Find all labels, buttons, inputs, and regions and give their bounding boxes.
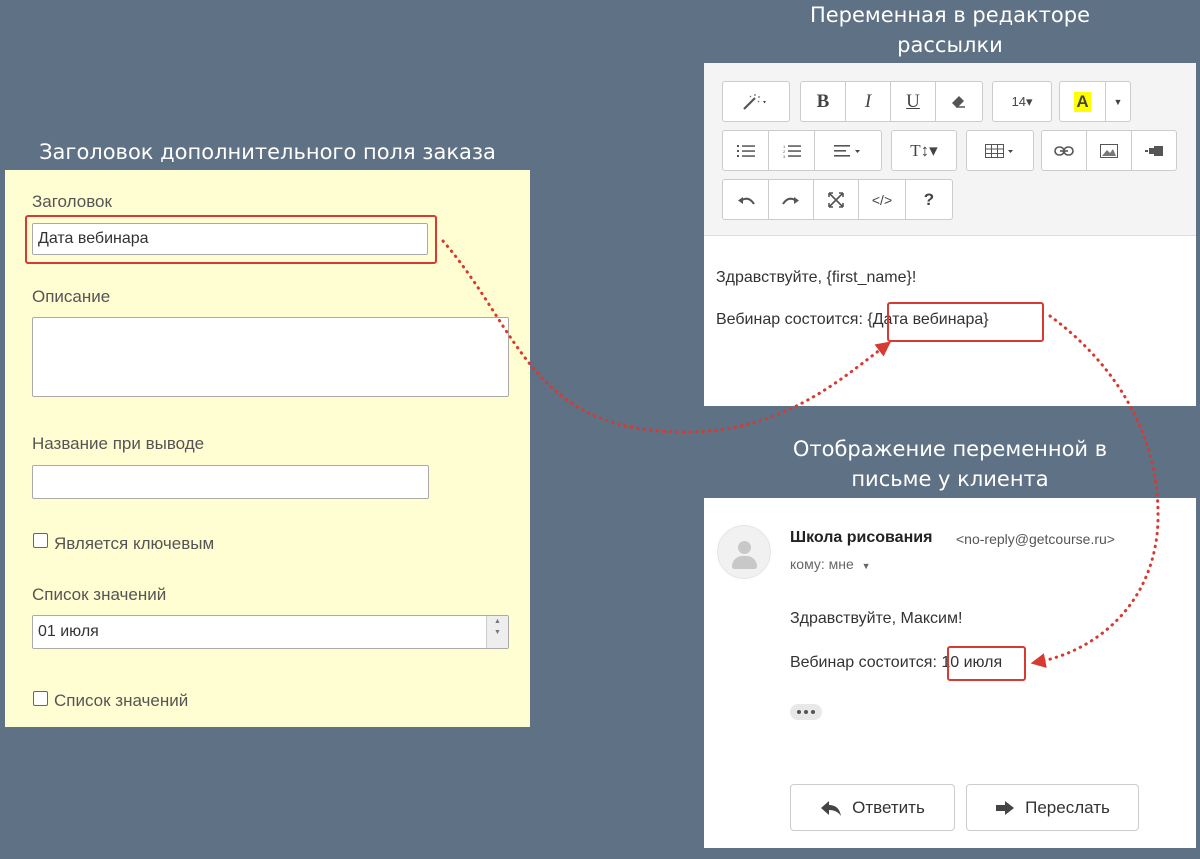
avatar (717, 525, 771, 579)
numbered-list-icon: 1 2 3 (783, 144, 801, 158)
avatar-body-icon (732, 556, 757, 569)
recipient-caret-icon[interactable]: ▼ (862, 561, 871, 571)
editor-caption-line2: рассылки (897, 33, 1003, 57)
svg-text:3: 3 (783, 154, 786, 158)
dot-icon (804, 710, 808, 714)
eraser-icon (952, 95, 965, 108)
reply-arrow-icon (821, 800, 842, 816)
font-size-dropdown[interactable]: 14▾ (993, 82, 1051, 121)
misc-group: </> ? (722, 179, 953, 220)
description-label: Описание (32, 287, 111, 306)
fullscreen-icon (828, 191, 844, 208)
font-size-group: 14▾ (992, 81, 1052, 122)
link-icon (1054, 145, 1074, 156)
values-list-label: Список значений (32, 585, 167, 604)
undo-button[interactable] (723, 180, 769, 219)
text-size-group: T↕▾ (891, 130, 957, 171)
color-group: A ▼ (1059, 81, 1131, 122)
forward-arrow-icon (996, 800, 1015, 815)
magic-wand-button[interactable] (723, 82, 789, 121)
code-view-button[interactable]: </> (859, 180, 906, 219)
fullscreen-button[interactable] (814, 180, 859, 219)
bullet-list-button[interactable] (723, 131, 769, 170)
video-button[interactable] (1132, 131, 1176, 170)
is-key-checkbox[interactable] (33, 533, 48, 548)
scroll-arrows-icon[interactable]: ▲ ▼ (486, 616, 508, 648)
text-size-button[interactable]: T↕▾ (892, 131, 956, 170)
email-caption-line1: Отображение переменной в (792, 437, 1108, 461)
order-field-form: Заголовок Дата вебинара Описание Названи… (5, 170, 530, 727)
magic-group (722, 81, 790, 122)
highlight-letter: A (1074, 91, 1091, 112)
redo-button[interactable] (769, 180, 814, 219)
editor-caption: Переменная в редакторе рассылки (704, 0, 1196, 60)
email-value-highlight-box (947, 646, 1026, 681)
editor-caption-line1: Переменная в редакторе (809, 3, 1091, 27)
sender-name: Школа рисования (790, 529, 933, 546)
numbered-list-button[interactable]: 1 2 3 (769, 131, 815, 170)
editor-webinar-prefix: Вебинар состоится: (716, 311, 863, 328)
table-group (966, 130, 1034, 171)
mailing-editor: B I U 14▾ A ▼ 1 2 3 T↕▾ </> ? Здравствуй… (704, 63, 1196, 406)
display-name-input[interactable] (32, 465, 429, 499)
reply-label: Ответить (852, 797, 925, 817)
is-key-label: Является ключевым (54, 534, 215, 553)
table-icon (985, 143, 1013, 158)
description-textarea[interactable] (32, 317, 509, 397)
email-preview: Школа рисования <no-reply@getcourse.ru> … (704, 498, 1196, 848)
form-caption: Заголовок дополнительного поля заказа (39, 140, 496, 164)
align-button[interactable] (815, 131, 881, 170)
editor-toolbar: B I U 14▾ A ▼ 1 2 3 T↕▾ </> ? (704, 63, 1196, 236)
link-button[interactable] (1042, 131, 1087, 170)
editor-line-greeting[interactable]: Здравствуйте, {first_name}! (716, 269, 916, 287)
title-label: Заголовок (32, 192, 112, 211)
email-greeting: Здравствуйте, Максим! (790, 610, 963, 627)
magic-wand-icon (743, 93, 766, 110)
insert-group (1041, 130, 1177, 171)
undo-icon (737, 196, 755, 205)
video-icon (1145, 145, 1163, 156)
forward-label: Переслать (1025, 797, 1110, 817)
display-name-label: Название при выводе (32, 434, 205, 453)
title-highlight-box (25, 215, 437, 264)
caret-down-icon: ▼ (1113, 96, 1123, 107)
bold-button[interactable]: B (801, 82, 846, 121)
dot-icon (811, 710, 815, 714)
sender-email: <no-reply@getcourse.ru> (956, 531, 1115, 547)
bullet-list-icon (736, 144, 755, 157)
image-icon (1100, 143, 1118, 158)
avatar-head-icon (738, 541, 751, 554)
values-list-textarea[interactable]: 01 июля ▲ ▼ (32, 615, 509, 649)
color-dropdown-button[interactable]: ▼ (1106, 82, 1130, 121)
redo-icon (782, 196, 799, 205)
values-list-checkbox[interactable] (33, 691, 48, 706)
editor-variable-highlight-box (887, 302, 1044, 342)
email-caption-line2: письме у клиента (851, 467, 1049, 491)
show-trimmed-content-button[interactable] (790, 704, 822, 720)
highlight-color-button[interactable]: A (1060, 82, 1106, 121)
eraser-button[interactable] (936, 82, 982, 121)
table-button[interactable] (967, 131, 1033, 170)
forward-button[interactable]: Переслать (966, 784, 1139, 831)
help-button[interactable]: ? (906, 180, 952, 219)
align-icon (834, 144, 860, 157)
dot-icon (797, 710, 801, 714)
format-group: B I U (800, 81, 983, 122)
underline-button[interactable]: U (891, 82, 936, 121)
list-group: 1 2 3 (722, 130, 882, 171)
values-list-checkbox-label: Список значений (54, 691, 189, 710)
italic-button[interactable]: I (846, 82, 891, 121)
recipient-line[interactable]: кому: мне ▼ (790, 556, 871, 572)
image-button[interactable] (1087, 131, 1132, 170)
recipient-label: кому: мне (790, 556, 854, 572)
values-list-value: 01 июля (38, 623, 99, 640)
reply-button[interactable]: Ответить (790, 784, 955, 831)
email-caption: Отображение переменной в письме у клиент… (704, 434, 1196, 494)
email-webinar-prefix: Вебинар состоится: (790, 654, 937, 671)
